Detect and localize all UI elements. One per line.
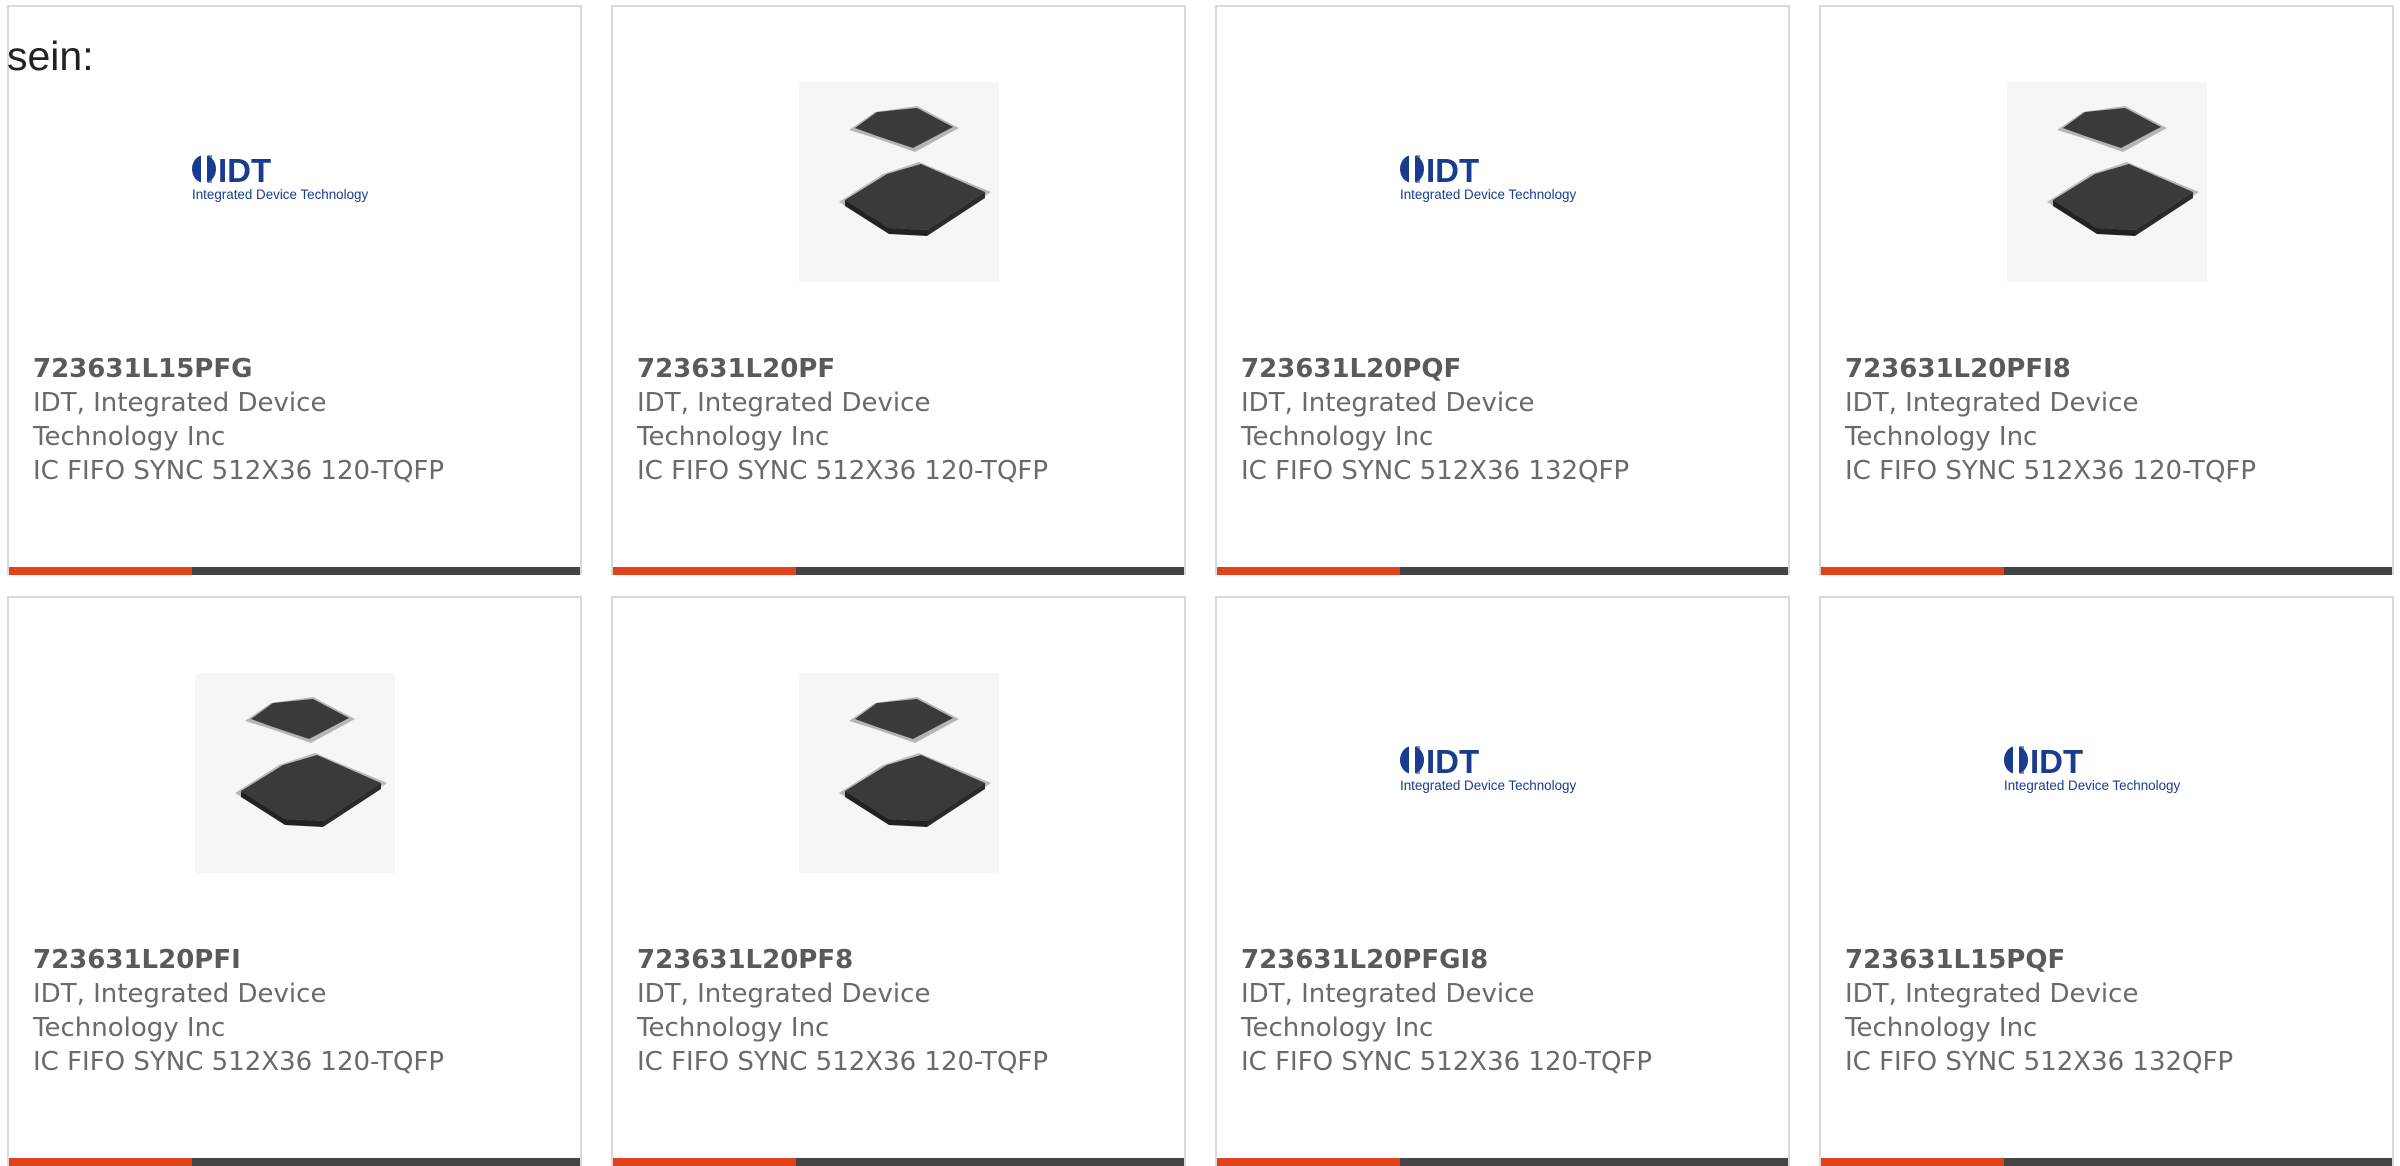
- manufacturer-line-1: IDT, Integrated Device: [33, 979, 327, 1009]
- manufacturer-line-1: IDT, Integrated Device: [1845, 388, 2139, 418]
- manufacturer-line-2: Technology Inc: [1241, 1013, 1434, 1043]
- idt-logo-mark: IDT: [2030, 743, 2083, 780]
- part-number[interactable]: 723631L20PQF: [1241, 352, 1778, 386]
- ic-chip-image: [194, 673, 395, 873]
- product-description: IC FIFO SYNC 512X36 120-TQFP: [1845, 456, 2257, 486]
- part-number[interactable]: 723631L15PQF: [1845, 943, 2382, 977]
- ic-chip-image: [798, 673, 999, 873]
- product-description: IC FIFO SYNC 512X36 132QFP: [1241, 456, 1630, 486]
- product-card[interactable]: IDT Integrated Device Technology 723631L1…: [1819, 596, 2394, 1166]
- product-image[interactable]: [613, 670, 1184, 876]
- manufacturer-line-2: Technology Inc: [1845, 422, 2038, 452]
- card-footer-bar: [9, 1158, 580, 1166]
- idt-logo-mark: IDT: [1426, 743, 1479, 780]
- manufacturer-line-1: IDT, Integrated Device: [637, 388, 931, 418]
- product-description: IC FIFO SYNC 512X36 120-TQFP: [33, 1047, 445, 1077]
- card-footer-bar: [1217, 1158, 1788, 1166]
- product-image[interactable]: [1821, 79, 2392, 285]
- intro-text: sein:: [7, 33, 94, 79]
- manufacturer-line-1: IDT, Integrated Device: [637, 979, 931, 1009]
- product-image[interactable]: IDT Integrated Device Technology: [1217, 79, 1788, 285]
- product-description: IC FIFO SYNC 512X36 132QFP: [1845, 1047, 2234, 1077]
- idt-logo-subtitle: Integrated Device Technology: [2004, 778, 2180, 793]
- ic-chip-image: [2006, 82, 2207, 282]
- manufacturer-line-2: Technology Inc: [637, 1013, 830, 1043]
- manufacturer-line-1: IDT, Integrated Device: [33, 388, 327, 418]
- card-footer-bar: [9, 567, 580, 575]
- manufacturer-line-2: Technology Inc: [1241, 422, 1434, 452]
- manufacturer-line-1: IDT, Integrated Device: [1845, 979, 2139, 1009]
- idt-logo-subtitle: Integrated Device Technology: [192, 187, 368, 202]
- product-description: IC FIFO SYNC 512X36 120-TQFP: [1241, 1047, 1653, 1077]
- part-number[interactable]: 723631L20PFGI8: [1241, 943, 1778, 977]
- manufacturer-line-1: IDT, Integrated Device: [1241, 979, 1535, 1009]
- product-card[interactable]: IDT Integrated Device Technology 723631L2…: [1215, 5, 1790, 575]
- card-footer-bar: [613, 1158, 1184, 1166]
- part-number[interactable]: 723631L20PF: [637, 352, 1174, 386]
- idt-logo: IDTIntegrated Device Technology: [191, 152, 368, 202]
- product-image[interactable]: [613, 79, 1184, 285]
- idt-logo: IDTIntegrated Device Technology: [2003, 743, 2180, 793]
- idt-logo: IDTIntegrated Device Technology: [1399, 743, 1576, 793]
- product-card[interactable]: IDT Integrated Device Technology 723631L1…: [7, 5, 582, 575]
- product-card[interactable]: 723631L20PF IDT, Integrated Device Techn…: [611, 5, 1186, 575]
- card-footer-bar: [613, 567, 1184, 575]
- part-number[interactable]: 723631L15PFG: [33, 352, 570, 386]
- idt-logo-mark: IDT: [218, 152, 271, 189]
- product-description: IC FIFO SYNC 512X36 120-TQFP: [637, 1047, 1049, 1077]
- product-image[interactable]: IDT Integrated Device Technology: [1217, 670, 1788, 876]
- product-description: IC FIFO SYNC 512X36 120-TQFP: [637, 456, 1049, 486]
- idt-logo-subtitle: Integrated Device Technology: [1400, 187, 1576, 202]
- idt-logo: IDTIntegrated Device Technology: [1399, 152, 1576, 202]
- part-number[interactable]: 723631L20PF8: [637, 943, 1174, 977]
- product-card[interactable]: IDT Integrated Device Technology 723631L2…: [1215, 596, 1790, 1166]
- manufacturer-line-2: Technology Inc: [33, 1013, 226, 1043]
- product-card[interactable]: 723631L20PFI8 IDT, Integrated Device Tec…: [1819, 5, 2394, 575]
- card-footer-bar: [1821, 567, 2392, 575]
- product-image[interactable]: IDT Integrated Device Technology: [1821, 670, 2392, 876]
- product-image[interactable]: [9, 670, 580, 876]
- manufacturer-line-1: IDT, Integrated Device: [1241, 388, 1535, 418]
- card-footer-bar: [1821, 1158, 2392, 1166]
- card-footer-bar: [1217, 567, 1788, 575]
- ic-chip-image: [798, 82, 999, 282]
- product-image[interactable]: IDT Integrated Device Technology: [9, 79, 580, 285]
- idt-logo-subtitle: Integrated Device Technology: [1400, 778, 1576, 793]
- manufacturer-line-2: Technology Inc: [1845, 1013, 2038, 1043]
- part-number[interactable]: 723631L20PFI: [33, 943, 570, 977]
- product-card[interactable]: 723631L20PF8 IDT, Integrated Device Tech…: [611, 596, 1186, 1166]
- part-number[interactable]: 723631L20PFI8: [1845, 352, 2382, 386]
- product-description: IC FIFO SYNC 512X36 120-TQFP: [33, 456, 445, 486]
- product-card[interactable]: 723631L20PFI IDT, Integrated Device Tech…: [7, 596, 582, 1166]
- idt-logo-mark: IDT: [1426, 152, 1479, 189]
- manufacturer-line-2: Technology Inc: [33, 422, 226, 452]
- manufacturer-line-2: Technology Inc: [637, 422, 830, 452]
